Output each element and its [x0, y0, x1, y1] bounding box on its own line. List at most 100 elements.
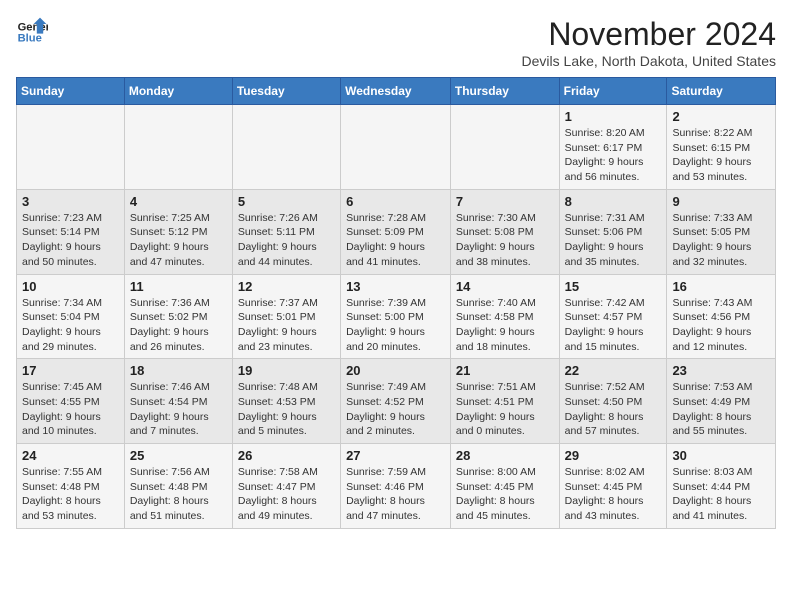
day-number: 10 — [22, 279, 119, 294]
day-number: 3 — [22, 194, 119, 209]
day-info: Sunrise: 8:00 AM Sunset: 4:45 PM Dayligh… — [456, 465, 554, 524]
day-number: 26 — [238, 448, 335, 463]
calendar-title: November 2024 — [522, 16, 776, 53]
table-cell: 3 Sunrise: 7:23 AM Sunset: 5:14 PM Daylig… — [17, 189, 125, 274]
week-row-2: 3 Sunrise: 7:23 AM Sunset: 5:14 PM Daylig… — [17, 189, 776, 274]
table-cell: 28 Sunrise: 8:00 AM Sunset: 4:45 PM Dayli… — [450, 444, 559, 529]
day-info: Sunrise: 7:36 AM Sunset: 5:02 PM Dayligh… — [130, 296, 227, 355]
week-row-1: 1 Sunrise: 8:20 AM Sunset: 6:17 PM Daylig… — [17, 105, 776, 190]
day-number: 12 — [238, 279, 335, 294]
day-info: Sunrise: 7:28 AM Sunset: 5:09 PM Dayligh… — [346, 211, 445, 270]
header-friday: Friday — [559, 78, 667, 105]
day-number: 23 — [672, 363, 770, 378]
day-info: Sunrise: 8:22 AM Sunset: 6:15 PM Dayligh… — [672, 126, 770, 185]
table-cell: 19Sunrise: 7:48 AM Sunset: 4:53 PM Dayli… — [232, 359, 340, 444]
day-number: 25 — [130, 448, 227, 463]
day-number: 21 — [456, 363, 554, 378]
day-info: Sunrise: 7:33 AM Sunset: 5:05 PM Dayligh… — [672, 211, 770, 270]
header-sunday: Sunday — [17, 78, 125, 105]
table-cell: 25Sunrise: 7:56 AM Sunset: 4:48 PM Dayli… — [124, 444, 232, 529]
day-number: 24 — [22, 448, 119, 463]
day-number: 13 — [346, 279, 445, 294]
day-number: 14 — [456, 279, 554, 294]
day-number: 18 — [130, 363, 227, 378]
header-tuesday: Tuesday — [232, 78, 340, 105]
table-cell: 30Sunrise: 8:03 AM Sunset: 4:44 PM Dayli… — [667, 444, 776, 529]
header-monday: Monday — [124, 78, 232, 105]
day-info: Sunrise: 7:34 AM Sunset: 5:04 PM Dayligh… — [22, 296, 119, 355]
day-number: 9 — [672, 194, 770, 209]
table-cell: 13 Sunrise: 7:39 AM Sunset: 5:00 PM Dayli… — [341, 274, 451, 359]
day-info: Sunrise: 7:59 AM Sunset: 4:46 PM Dayligh… — [346, 465, 445, 524]
week-row-4: 17 Sunrise: 7:45 AM Sunset: 4:55 PM Dayli… — [17, 359, 776, 444]
page-header: General Blue November 2024 Devils Lake, … — [16, 16, 776, 69]
table-cell: 7Sunrise: 7:30 AM Sunset: 5:08 PM Daylig… — [450, 189, 559, 274]
day-info: Sunrise: 7:55 AM Sunset: 4:48 PM Dayligh… — [22, 465, 119, 524]
day-info: Sunrise: 7:30 AM Sunset: 5:08 PM Dayligh… — [456, 211, 554, 270]
svg-text:Blue: Blue — [18, 33, 42, 45]
day-number: 17 — [22, 363, 119, 378]
header-wednesday: Wednesday — [341, 78, 451, 105]
table-cell: 18Sunrise: 7:46 AM Sunset: 4:54 PM Dayli… — [124, 359, 232, 444]
day-info: Sunrise: 8:20 AM Sunset: 6:17 PM Dayligh… — [565, 126, 662, 185]
table-cell: 29 Sunrise: 8:02 AM Sunset: 4:45 PM Dayli… — [559, 444, 667, 529]
day-number: 29 — [565, 448, 662, 463]
table-cell: 9 Sunrise: 7:33 AM Sunset: 5:05 PM Daylig… — [667, 189, 776, 274]
day-info: Sunrise: 8:02 AM Sunset: 4:45 PM Dayligh… — [565, 465, 662, 524]
table-cell: 15Sunrise: 7:42 AM Sunset: 4:57 PM Dayli… — [559, 274, 667, 359]
day-number: 28 — [456, 448, 554, 463]
table-cell: 17 Sunrise: 7:45 AM Sunset: 4:55 PM Dayli… — [17, 359, 125, 444]
day-number: 16 — [672, 279, 770, 294]
day-info: Sunrise: 7:39 AM Sunset: 5:00 PM Dayligh… — [346, 296, 445, 355]
calendar-table: Sunday Monday Tuesday Wednesday Thursday… — [16, 77, 776, 529]
day-number: 11 — [130, 279, 227, 294]
title-area: November 2024 Devils Lake, North Dakota,… — [522, 16, 776, 69]
day-info: Sunrise: 7:49 AM Sunset: 4:52 PM Dayligh… — [346, 380, 445, 439]
day-number: 6 — [346, 194, 445, 209]
table-cell: 2 Sunrise: 8:22 AM Sunset: 6:15 PM Daylig… — [667, 105, 776, 190]
table-cell: 6 Sunrise: 7:28 AM Sunset: 5:09 PM Daylig… — [341, 189, 451, 274]
day-info: Sunrise: 7:51 AM Sunset: 4:51 PM Dayligh… — [456, 380, 554, 439]
day-info: Sunrise: 7:53 AM Sunset: 4:49 PM Dayligh… — [672, 380, 770, 439]
day-number: 5 — [238, 194, 335, 209]
table-cell — [124, 105, 232, 190]
table-cell — [17, 105, 125, 190]
day-info: Sunrise: 7:48 AM Sunset: 4:53 PM Dayligh… — [238, 380, 335, 439]
day-info: Sunrise: 7:40 AM Sunset: 4:58 PM Dayligh… — [456, 296, 554, 355]
day-info: Sunrise: 7:58 AM Sunset: 4:47 PM Dayligh… — [238, 465, 335, 524]
day-info: Sunrise: 7:37 AM Sunset: 5:01 PM Dayligh… — [238, 296, 335, 355]
day-info: Sunrise: 8:03 AM Sunset: 4:44 PM Dayligh… — [672, 465, 770, 524]
header-saturday: Saturday — [667, 78, 776, 105]
day-info: Sunrise: 7:23 AM Sunset: 5:14 PM Dayligh… — [22, 211, 119, 270]
table-cell: 24 Sunrise: 7:55 AM Sunset: 4:48 PM Dayli… — [17, 444, 125, 529]
day-number: 8 — [565, 194, 662, 209]
day-info: Sunrise: 7:26 AM Sunset: 5:11 PM Dayligh… — [238, 211, 335, 270]
day-info: Sunrise: 7:42 AM Sunset: 4:57 PM Dayligh… — [565, 296, 662, 355]
day-number: 27 — [346, 448, 445, 463]
day-info: Sunrise: 7:31 AM Sunset: 5:06 PM Dayligh… — [565, 211, 662, 270]
table-cell: 1 Sunrise: 8:20 AM Sunset: 6:17 PM Daylig… — [559, 105, 667, 190]
table-cell — [450, 105, 559, 190]
week-row-5: 24 Sunrise: 7:55 AM Sunset: 4:48 PM Dayli… — [17, 444, 776, 529]
table-cell: 5 Sunrise: 7:26 AM Sunset: 5:11 PM Daylig… — [232, 189, 340, 274]
table-cell: 16 Sunrise: 7:43 AM Sunset: 4:56 PM Dayli… — [667, 274, 776, 359]
table-cell: 8 Sunrise: 7:31 AM Sunset: 5:06 PM Daylig… — [559, 189, 667, 274]
day-info: Sunrise: 7:52 AM Sunset: 4:50 PM Dayligh… — [565, 380, 662, 439]
logo: General Blue — [16, 16, 48, 48]
day-info: Sunrise: 7:45 AM Sunset: 4:55 PM Dayligh… — [22, 380, 119, 439]
day-number: 1 — [565, 109, 662, 124]
table-cell: 20 Sunrise: 7:49 AM Sunset: 4:52 PM Dayli… — [341, 359, 451, 444]
table-cell: 10 Sunrise: 7:34 AM Sunset: 5:04 PM Dayli… — [17, 274, 125, 359]
day-number: 4 — [130, 194, 227, 209]
day-info: Sunrise: 7:43 AM Sunset: 4:56 PM Dayligh… — [672, 296, 770, 355]
table-cell — [232, 105, 340, 190]
table-cell: 22Sunrise: 7:52 AM Sunset: 4:50 PM Dayli… — [559, 359, 667, 444]
table-cell: 14 Sunrise: 7:40 AM Sunset: 4:58 PM Dayli… — [450, 274, 559, 359]
table-cell: 4Sunrise: 7:25 AM Sunset: 5:12 PM Daylig… — [124, 189, 232, 274]
logo-icon: General Blue — [16, 16, 48, 48]
table-cell: 12 Sunrise: 7:37 AM Sunset: 5:01 PM Dayli… — [232, 274, 340, 359]
day-number: 2 — [672, 109, 770, 124]
table-cell: 23 Sunrise: 7:53 AM Sunset: 4:49 PM Dayli… — [667, 359, 776, 444]
week-row-3: 10 Sunrise: 7:34 AM Sunset: 5:04 PM Dayli… — [17, 274, 776, 359]
day-number: 20 — [346, 363, 445, 378]
